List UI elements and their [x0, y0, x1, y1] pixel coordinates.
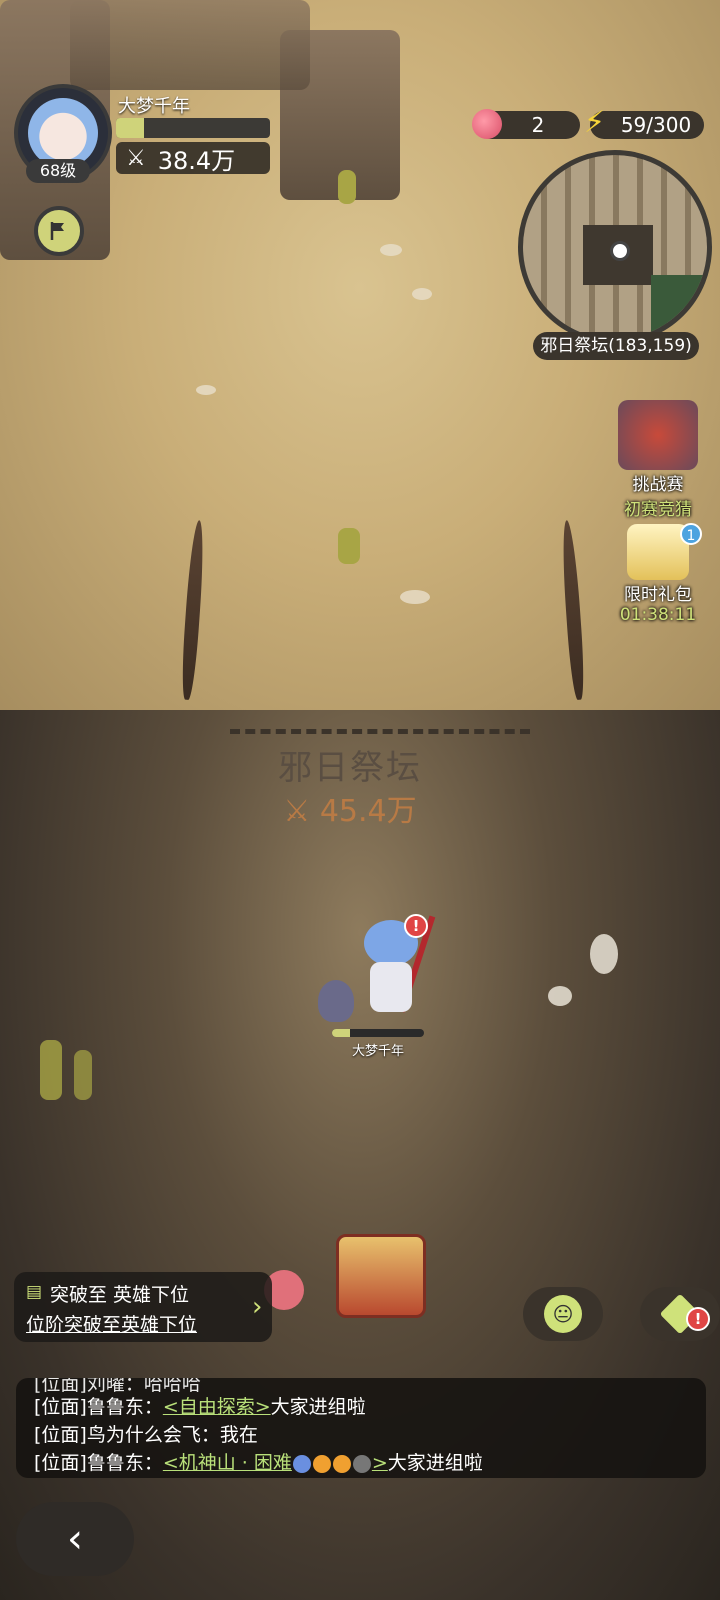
- player-power: ⚔ 38.4万: [116, 142, 270, 175]
- chat-sender: [位面]鲁鲁东：: [34, 1452, 163, 1474]
- cactus: [40, 1040, 62, 1100]
- chevron-right-icon[interactable]: ›: [252, 1292, 262, 1322]
- energy-count: 59/300: [620, 113, 692, 137]
- emoji-icon: 😐: [544, 1295, 582, 1333]
- player-marker-icon: [610, 241, 630, 261]
- alert-icon: !: [686, 1307, 710, 1331]
- quest-desc[interactable]: 位阶突破至英雄下位: [26, 1310, 197, 1337]
- character-name: 大梦千年: [351, 1044, 404, 1059]
- location-label[interactable]: 邪日祭坛(183,159): [533, 332, 699, 360]
- event-title: 挑战赛: [632, 475, 684, 495]
- peach-resource[interactable]: 2: [472, 109, 580, 139]
- chat-link[interactable]: <机神山 · 困难: [163, 1452, 292, 1474]
- crossed-swords-icon: ⚔: [283, 794, 311, 829]
- xp-bar: [116, 118, 270, 138]
- bone: [548, 986, 572, 1006]
- back-button[interactable]: ‹: [16, 1502, 134, 1576]
- minimap[interactable]: [518, 150, 712, 344]
- element-icon: [352, 1454, 371, 1473]
- element-icon: [312, 1454, 331, 1473]
- event-title: 限时礼包: [624, 585, 692, 605]
- challenge-event-button[interactable]: 挑战赛 初赛竞猜: [603, 400, 713, 520]
- quest-title: 突破至 英雄下位: [50, 1284, 190, 1306]
- crossed-swords-icon: ⚔: [126, 145, 146, 171]
- chat-line: [位面]鲁鲁东：<自由探索>大家进组啦: [34, 1392, 366, 1419]
- character-body: [370, 962, 412, 1012]
- scroll-icon: ▤: [26, 1282, 43, 1302]
- energy-resource[interactable]: ⚡ 59/300: [584, 105, 704, 140]
- pet-companion[interactable]: [318, 980, 354, 1022]
- notification-badge: 1: [680, 523, 702, 545]
- chat-text: 大家进组啦: [270, 1396, 366, 1418]
- lightning-icon: ⚡: [584, 105, 606, 140]
- chat-line: [位面]鸟为什么会飞：我在: [34, 1424, 258, 1446]
- chat-panel[interactable]: [位面]刘曜：哈哈哈 [位面]鲁鲁东：<自由探索>大家进组啦 [位面]鸟为什么会…: [16, 1378, 706, 1478]
- element-icon: [292, 1454, 311, 1473]
- pebble: [412, 288, 432, 300]
- element-icon: [332, 1454, 351, 1473]
- event-timer: 01:38:11: [619, 605, 697, 625]
- cactus: [338, 170, 356, 204]
- chevron-left-icon: ‹: [67, 1516, 83, 1562]
- chat-line: [位面]鲁鲁东：<机神山 · 困难 >大家进组啦: [34, 1448, 483, 1475]
- player-power-value: 38.4万: [157, 146, 236, 175]
- chat-link[interactable]: >: [372, 1452, 388, 1474]
- xp-fill: [116, 118, 144, 138]
- character-hp-fill: [332, 1029, 351, 1037]
- flag-task-button[interactable]: [34, 206, 84, 256]
- emoji-button[interactable]: 😐: [523, 1287, 603, 1341]
- pebble: [380, 244, 402, 256]
- bone: [590, 934, 618, 974]
- pebble: [196, 385, 216, 395]
- avatar-face: [28, 98, 98, 168]
- zone-name: 邪日祭坛: [278, 748, 422, 788]
- treasure-chest[interactable]: [336, 1234, 426, 1318]
- chat-text: 大家进组啦: [387, 1452, 483, 1474]
- character-hp-bar: [332, 1029, 424, 1037]
- quest-panel[interactable]: ▤ 突破至 英雄下位 位阶突破至英雄下位 ›: [14, 1272, 272, 1342]
- minimap-grass: [651, 275, 707, 335]
- peach-icon: [472, 109, 502, 139]
- cactus: [74, 1050, 92, 1100]
- chat-link[interactable]: <自由探索>: [163, 1396, 271, 1418]
- zone-border: [230, 729, 530, 734]
- pebble: [400, 590, 430, 604]
- alert-icon[interactable]: !: [404, 914, 428, 938]
- cliff-rock: [70, 0, 310, 90]
- player-name: 大梦千年: [118, 96, 190, 117]
- event-subtitle: 初赛竞猜: [624, 500, 692, 520]
- cactus: [338, 528, 360, 564]
- flag-icon: [50, 222, 64, 240]
- challenge-icon: [618, 400, 698, 470]
- zone-power: ⚔ 45.4万: [250, 786, 450, 830]
- zone-power-value: 45.4万: [319, 794, 417, 829]
- level-badge: 68级: [26, 159, 90, 183]
- chat-sender: [位面]鲁鲁东：: [34, 1396, 163, 1418]
